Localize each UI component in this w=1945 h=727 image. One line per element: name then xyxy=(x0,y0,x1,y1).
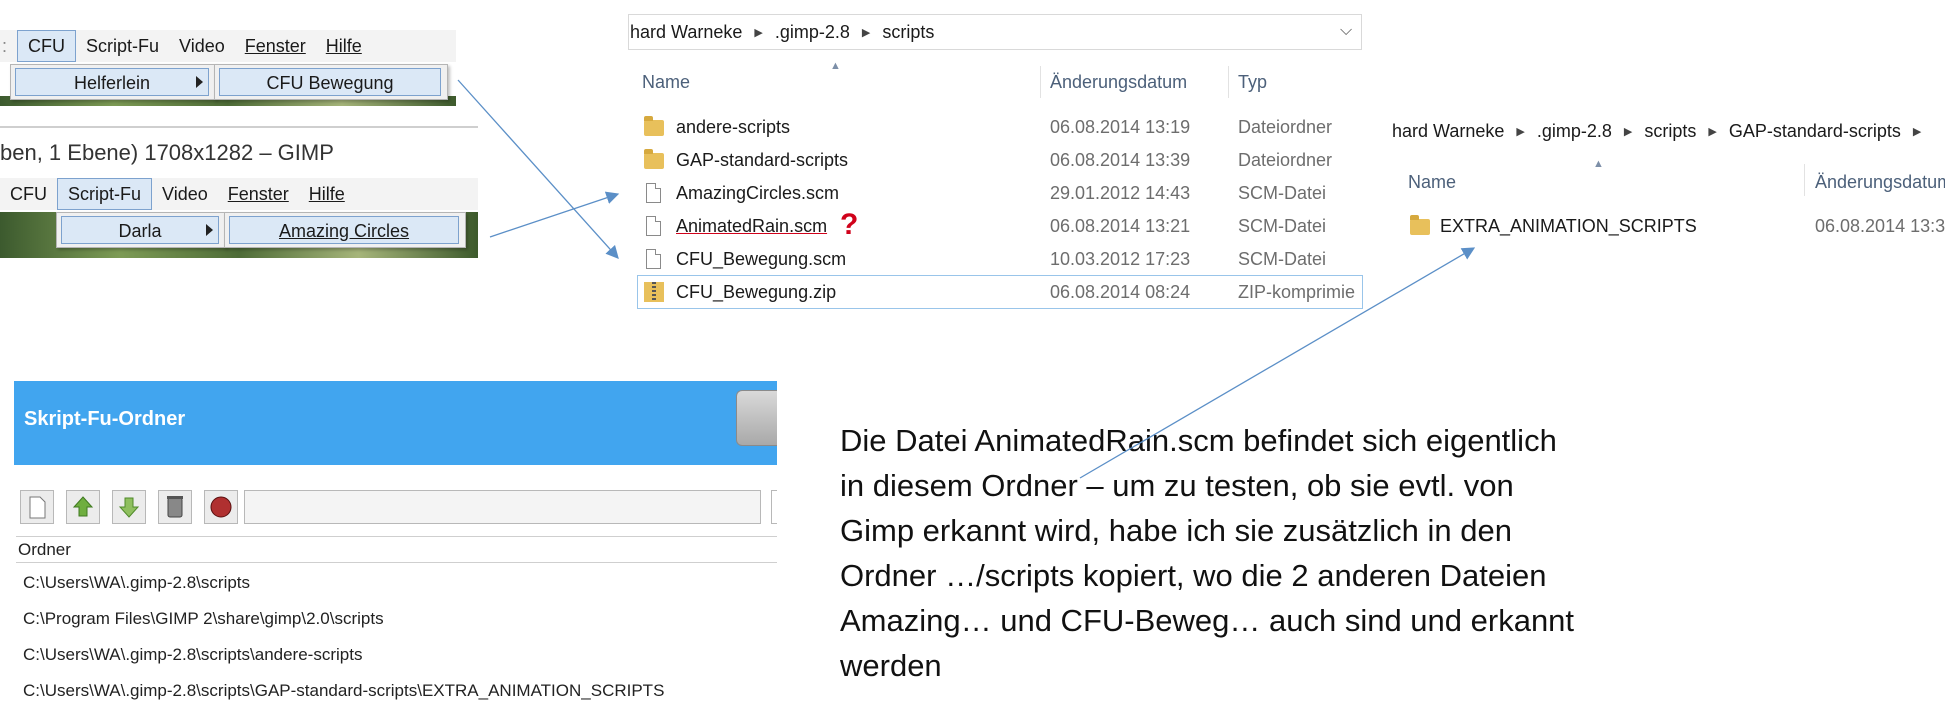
arrow-amazing-to-file xyxy=(489,191,620,238)
annotation-arrows xyxy=(457,79,1476,479)
arrow-note-to-folder xyxy=(1079,247,1476,479)
arrow-cfu-to-file xyxy=(457,79,619,259)
